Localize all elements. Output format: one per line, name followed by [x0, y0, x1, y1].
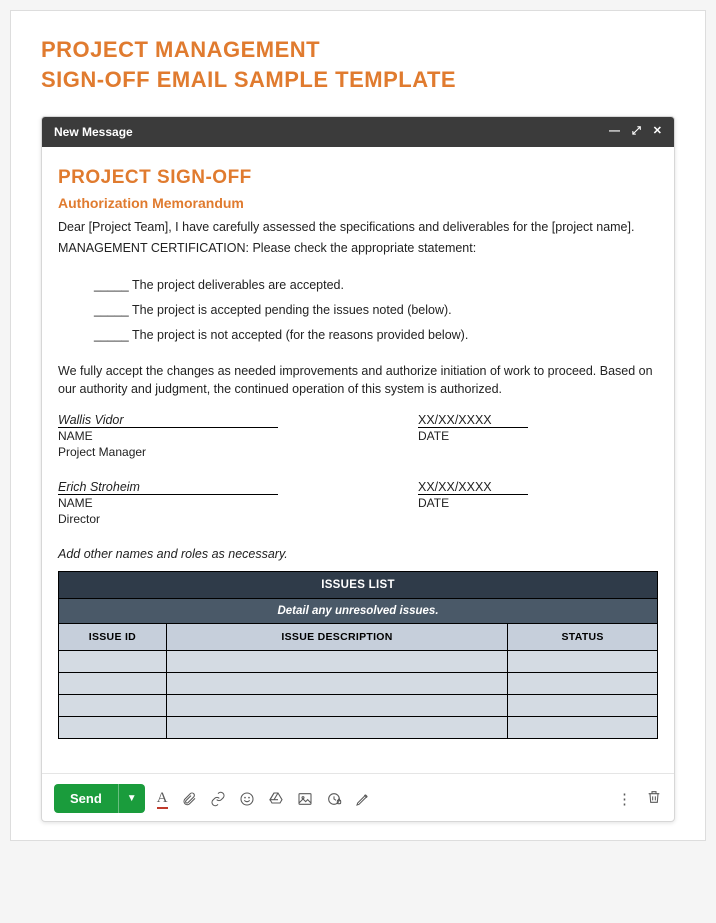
col-status: STATUS: [508, 624, 658, 651]
document-page: PROJECT MANAGEMENT SIGN-OFF EMAIL SAMPLE…: [10, 10, 706, 841]
issues-subtitle: Detail any unresolved issues.: [59, 599, 658, 624]
drive-icon[interactable]: [268, 791, 284, 807]
issues-table: ISSUES LIST Detail any unresolved issues…: [58, 571, 658, 739]
main-title-line1: PROJECT MANAGEMENT: [41, 37, 675, 63]
name-label: NAME: [58, 495, 418, 511]
signoff-title: PROJECT SIGN-OFF: [58, 167, 658, 189]
attach-icon[interactable]: [181, 791, 197, 807]
signatory-date: XX/XX/XXXX: [418, 413, 528, 428]
compose-footer: Send ▼ A: [42, 773, 674, 821]
compose-body: PROJECT SIGN-OFF Authorization Memorandu…: [42, 147, 674, 750]
option-pending: The project is accepted pending the issu…: [94, 298, 658, 323]
memo-title: Authorization Memorandum: [58, 195, 658, 211]
col-issue-desc: ISSUE DESCRIPTION: [166, 624, 507, 651]
table-row: [59, 673, 658, 695]
compose-header-label: New Message: [54, 125, 133, 139]
signatory-block: Wallis Vidor NAME Project Manager XX/XX/…: [58, 413, 658, 460]
trash-icon[interactable]: [646, 789, 662, 809]
send-button[interactable]: Send ▼: [54, 784, 145, 813]
signatory-name: Wallis Vidor: [58, 413, 278, 428]
emoji-icon[interactable]: [239, 791, 255, 807]
table-row: [59, 651, 658, 673]
certification-options: The project deliverables are accepted. T…: [94, 273, 658, 348]
col-issue-id: ISSUE ID: [59, 624, 167, 651]
date-label: DATE: [418, 428, 658, 444]
toolbar-icons: A: [157, 791, 371, 807]
close-icon[interactable]: ✕: [653, 126, 662, 137]
signatory-block: Erich Stroheim NAME Director XX/XX/XXXX …: [58, 480, 658, 527]
table-row: [59, 717, 658, 739]
window-controls: — ⤢ ✕: [609, 126, 662, 137]
image-icon[interactable]: [297, 791, 313, 807]
minimize-icon[interactable]: —: [609, 126, 620, 137]
add-names-note: Add other names and roles as necessary.: [58, 547, 658, 561]
pen-icon[interactable]: [355, 791, 371, 807]
option-not-accepted: The project is not accepted (for the rea…: [94, 323, 658, 348]
more-icon[interactable]: ⋮: [617, 790, 632, 808]
compose-window: New Message — ⤢ ✕ PROJECT SIGN-OFF Autho…: [41, 116, 675, 823]
main-title-line2: SIGN-OFF EMAIL SAMPLE TEMPLATE: [41, 67, 675, 93]
option-accepted: The project deliverables are accepted.: [94, 273, 658, 298]
name-label: NAME: [58, 428, 418, 444]
format-icon[interactable]: A: [157, 791, 168, 806]
greeting-text: Dear [Project Team], I have carefully as…: [58, 217, 658, 260]
compose-header: New Message — ⤢ ✕: [42, 117, 674, 147]
signatory-date: XX/XX/XXXX: [418, 480, 528, 495]
send-dropdown[interactable]: ▼: [118, 784, 145, 813]
acceptance-text: We fully accept the changes as needed im…: [58, 362, 658, 398]
issues-title: ISSUES LIST: [59, 572, 658, 599]
link-icon[interactable]: [210, 791, 226, 807]
date-label: DATE: [418, 495, 658, 511]
send-label[interactable]: Send: [54, 784, 118, 813]
table-row: [59, 695, 658, 717]
expand-icon[interactable]: ⤢: [632, 126, 641, 137]
role-label: Project Manager: [58, 444, 418, 460]
confidential-icon[interactable]: [326, 791, 342, 807]
signatory-name: Erich Stroheim: [58, 480, 278, 495]
role-label: Director: [58, 511, 418, 527]
